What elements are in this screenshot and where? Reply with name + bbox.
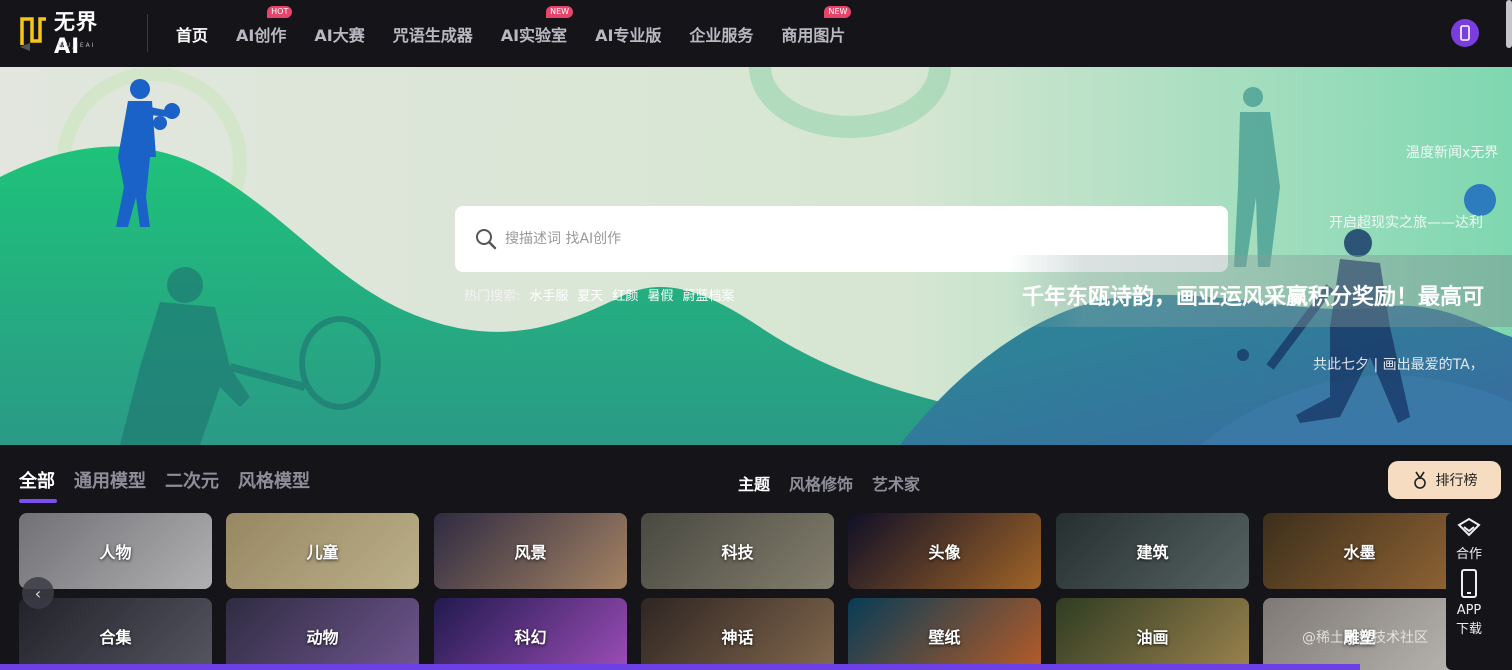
theme-card-label: 科技 bbox=[721, 543, 754, 562]
theme-card[interactable]: 风景 bbox=[434, 513, 627, 589]
scrollbar-thumb[interactable] bbox=[1506, 0, 1512, 48]
nav-prompt-generator[interactable]: 咒语生成器 bbox=[393, 22, 473, 46]
tab-style-modifier[interactable]: 风格修饰 bbox=[789, 471, 853, 495]
medal-icon bbox=[1413, 471, 1426, 489]
page: 无界AI WUJIEAI 首页 AI创作 HOT AI大赛 咒语生成器 AI实验室… bbox=[0, 0, 1512, 670]
theme-card[interactable]: 建筑 bbox=[1056, 513, 1249, 589]
theme-card-label: 水墨 bbox=[1343, 543, 1376, 562]
app-label: APP bbox=[1456, 603, 1482, 618]
nav-label: 商用图片 bbox=[781, 25, 846, 45]
hot-search-label: 热门搜索: bbox=[464, 289, 521, 304]
chevron-left-icon: ‹ bbox=[34, 583, 42, 603]
nav-ai-lab[interactable]: AI实验室 NEW bbox=[500, 5, 574, 46]
hot-tag[interactable]: 蔚蓝档案 bbox=[682, 285, 734, 304]
handshake-icon bbox=[1457, 517, 1481, 537]
search-icon[interactable] bbox=[474, 227, 498, 251]
nav-label: AI专业版 bbox=[595, 25, 662, 45]
theme-card[interactable]: 神话 bbox=[641, 598, 834, 670]
theme-card[interactable]: 人物 bbox=[19, 513, 212, 589]
hot-tag[interactable]: 夏天 bbox=[577, 285, 603, 304]
new-badge: NEW bbox=[546, 5, 574, 18]
tab-general-model[interactable]: 通用模型 bbox=[74, 467, 146, 493]
theme-card[interactable]: 水墨 bbox=[1263, 513, 1456, 589]
theme-card-label: 儿童 bbox=[306, 543, 339, 562]
hot-tag[interactable]: 暑假 bbox=[647, 285, 673, 304]
category-bar: 全部 通用模型 二次元 风格模型 主题 风格修饰 艺术家 排行榜 bbox=[0, 445, 1512, 507]
cooperate-button[interactable]: 合作 bbox=[1446, 517, 1492, 562]
tab-anime[interactable]: 二次元 bbox=[165, 467, 219, 493]
theme-card[interactable]: 科幻 bbox=[434, 598, 627, 670]
nav-label: 企业服务 bbox=[689, 25, 754, 45]
hot-searches: 热门搜索: 水手服 夏天 红颜 暑假 蔚蓝档案 bbox=[464, 285, 734, 304]
new-badge: NEW bbox=[824, 5, 852, 18]
sub-tabs: 主题 风格修饰 艺术家 bbox=[738, 471, 920, 495]
theme-card-label: 头像 bbox=[928, 543, 961, 562]
logo-subtitle: WUJIEAI bbox=[58, 42, 96, 49]
nav-label: AI实验室 bbox=[500, 25, 568, 45]
phone-icon bbox=[1460, 25, 1470, 41]
nav-label: AI大赛 bbox=[314, 25, 365, 45]
nav-enterprise[interactable]: 企业服务 bbox=[689, 22, 753, 46]
nav-ai-pro[interactable]: AI专业版 bbox=[595, 22, 661, 46]
watermark-text: @稀土掘金技术社区 bbox=[1302, 630, 1428, 646]
tab-theme[interactable]: 主题 bbox=[738, 471, 770, 495]
download-label: 下载 bbox=[1455, 622, 1482, 637]
theme-card[interactable]: 合集 bbox=[19, 598, 212, 670]
theme-card-label: 神话 bbox=[721, 628, 754, 647]
banner-ticker-item[interactable]: 温度新闻x无界 bbox=[1406, 142, 1498, 162]
nav-label: AI创作 bbox=[236, 25, 287, 45]
header-divider bbox=[147, 14, 148, 52]
leaderboard-button[interactable]: 排行榜 bbox=[1388, 461, 1501, 499]
app-download-button[interactable]: APP 下载 bbox=[1446, 569, 1492, 637]
hero-banner: 热门搜索: 水手服 夏天 红颜 暑假 蔚蓝档案 温度新闻x无界 开启超现实之旅—… bbox=[0, 67, 1512, 445]
theme-card[interactable]: 动物 bbox=[226, 598, 419, 670]
nav-home[interactable]: 首页 bbox=[176, 22, 208, 46]
banner-ticker-item[interactable]: 共此七夕 | 画出最爱的TA， bbox=[1313, 354, 1484, 374]
horizontal-scrollbar[interactable] bbox=[0, 664, 1360, 670]
nav-ai-contest[interactable]: AI大赛 bbox=[314, 22, 364, 46]
theme-card[interactable]: 油画 bbox=[1056, 598, 1249, 670]
theme-card-label: 建筑 bbox=[1136, 543, 1169, 562]
cooperate-label: 合作 bbox=[1455, 547, 1482, 562]
model-tabs: 全部 通用模型 二次元 风格模型 bbox=[19, 467, 310, 503]
tab-artist[interactable]: 艺术家 bbox=[872, 471, 920, 495]
banner-ticker-item-active[interactable]: 千年东瓯诗韵，画亚运风采赢积分奖励！最高可 bbox=[1022, 279, 1484, 311]
main-nav: 首页 AI创作 HOT AI大赛 咒语生成器 AI实验室 NEW AI专业版 企业服… bbox=[162, 0, 873, 67]
tab-style-model[interactable]: 风格模型 bbox=[238, 467, 310, 493]
nav-label: 首页 bbox=[176, 25, 209, 45]
logo-mark-icon bbox=[18, 15, 50, 53]
tab-all[interactable]: 全部 bbox=[19, 467, 57, 503]
banner-ticker-item[interactable]: 开启超现实之旅——达利 bbox=[1329, 212, 1483, 232]
nav-commercial-images[interactable]: 商用图片 NEW bbox=[781, 5, 852, 46]
theme-card-label: 壁纸 bbox=[928, 628, 961, 647]
phone-icon bbox=[1461, 569, 1477, 598]
theme-card-label: 油画 bbox=[1136, 628, 1169, 647]
logo[interactable]: 无界AI WUJIEAI bbox=[18, 10, 122, 58]
nav-label: 咒语生成器 bbox=[392, 25, 473, 45]
hot-tag[interactable]: 水手服 bbox=[529, 285, 568, 304]
theme-card-label: 科幻 bbox=[514, 628, 547, 647]
theme-card[interactable]: 科技 bbox=[641, 513, 834, 589]
floating-side-panel: 合作 APP 下载 bbox=[1446, 513, 1492, 670]
nav-ai-create[interactable]: AI创作 HOT bbox=[236, 5, 293, 46]
top-nav-bar: 无界AI WUJIEAI 首页 AI创作 HOT AI大赛 咒语生成器 AI实验室… bbox=[0, 0, 1512, 67]
search-input[interactable] bbox=[505, 226, 1205, 252]
leaderboard-label: 排行榜 bbox=[1435, 473, 1478, 489]
theme-card[interactable]: 头像 bbox=[848, 513, 1041, 589]
carousel-prev-button[interactable]: ‹ bbox=[22, 577, 54, 609]
theme-card-label: 动物 bbox=[306, 628, 339, 647]
theme-card[interactable]: 壁纸 bbox=[848, 598, 1041, 670]
logo-text: 无界AI bbox=[54, 10, 98, 58]
mobile-app-button[interactable] bbox=[1451, 19, 1479, 47]
hot-badge: HOT bbox=[267, 5, 293, 18]
theme-card-label: 人物 bbox=[99, 543, 132, 562]
hot-tag[interactable]: 红颜 bbox=[612, 285, 638, 304]
theme-card[interactable]: 儿童 bbox=[226, 513, 419, 589]
theme-card-label: 风景 bbox=[514, 543, 547, 562]
theme-card-label: 合集 bbox=[99, 628, 132, 647]
